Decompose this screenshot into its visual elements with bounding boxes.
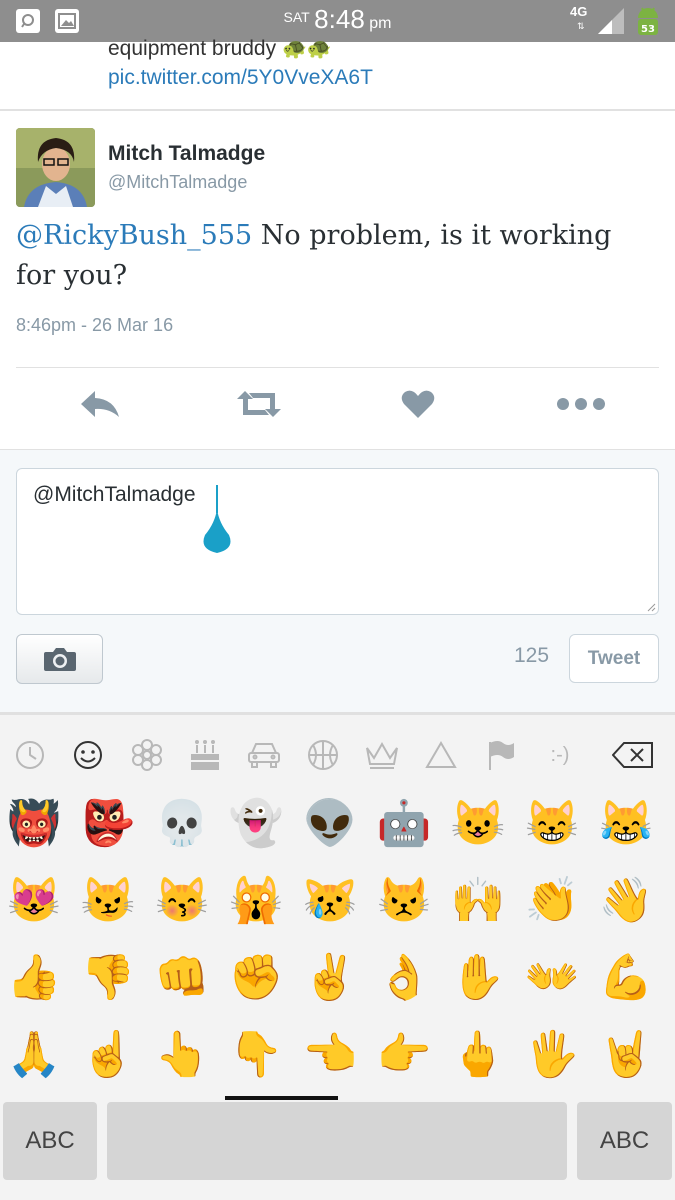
tweet-timestamp: 8:46pm - 26 Mar 16 <box>16 315 174 335</box>
emoji-key[interactable]: 🙌 <box>449 872 507 930</box>
emoji-key[interactable]: 😿 <box>301 872 359 930</box>
divider <box>0 109 675 111</box>
emoji-key[interactable]: 👐 <box>523 949 581 1007</box>
emoji-key[interactable]: 😽 <box>153 872 211 930</box>
emoji-key[interactable]: 👋 <box>597 872 655 930</box>
divider <box>0 449 675 450</box>
recent-icon[interactable] <box>10 735 50 775</box>
more-button[interactable] <box>556 384 606 424</box>
emoji-key[interactable]: 👇 <box>227 1026 285 1084</box>
backspace-icon[interactable] <box>610 735 656 775</box>
reply-button[interactable] <box>78 384 122 424</box>
emoticons-tab[interactable]: :-) <box>540 735 580 775</box>
previous-tweet-text: equipment bruddy 🐢🐢 <box>108 36 332 62</box>
page-indicator <box>225 1096 338 1100</box>
smiley-icon[interactable] <box>68 735 108 775</box>
emoji-key[interactable]: 👺 <box>79 795 137 853</box>
emoji-key[interactable]: 👆 <box>153 1026 211 1084</box>
heart-icon <box>401 390 435 418</box>
avatar[interactable] <box>16 128 95 207</box>
emoji-key[interactable]: 👈 <box>301 1026 359 1084</box>
emoji-key[interactable]: 👹 <box>5 795 63 853</box>
emoji-key[interactable]: 👏 <box>523 872 581 930</box>
emoji-key[interactable]: 👍 <box>5 949 63 1007</box>
abc-key-right[interactable]: ABC <box>577 1102 672 1180</box>
network-type: 4G <box>570 4 588 19</box>
status-ampm: pm <box>369 15 392 32</box>
mention-link[interactable]: @RickyBush_555 <box>16 220 252 251</box>
emoji-key[interactable]: 👎 <box>79 949 137 1007</box>
emoji-key[interactable]: 💪 <box>597 949 655 1007</box>
emoji-key[interactable]: 😻 <box>5 872 63 930</box>
add-photo-button[interactable] <box>16 634 103 684</box>
abc-key-left[interactable]: ABC <box>3 1102 97 1180</box>
emoji-key[interactable]: 😾 <box>375 872 433 930</box>
signal-icon <box>598 8 624 34</box>
emoji-key[interactable]: 👌 <box>375 949 433 1007</box>
like-button[interactable] <box>396 384 440 424</box>
previous-tweet-text-content: equipment bruddy <box>108 37 277 60</box>
emoji-key[interactable]: ✋ <box>449 949 507 1007</box>
status-bar: SAT 8:48 pm 4G ⇅ 53 <box>0 0 675 42</box>
battery-android-icon: 53 <box>638 7 658 35</box>
emoji-key[interactable]: 👊 <box>153 949 211 1007</box>
status-clock: 8:48 <box>314 4 365 34</box>
more-icon <box>557 398 605 410</box>
cake-icon[interactable] <box>185 735 225 775</box>
divider <box>16 367 659 368</box>
emoji-key[interactable]: 😹 <box>597 795 655 853</box>
emoji-key[interactable]: 👽 <box>301 795 359 853</box>
cursor-handle-icon[interactable] <box>201 509 233 555</box>
reply-text-field[interactable]: @MitchTalmadge <box>16 468 659 615</box>
car-icon[interactable] <box>244 735 284 775</box>
author-handle[interactable]: @MitchTalmadge <box>108 172 247 193</box>
emoji-key[interactable]: ✊ <box>227 949 285 1007</box>
emoji-key[interactable]: 😺 <box>449 795 507 853</box>
emoji-key[interactable]: ✌ <box>301 949 359 1007</box>
emoji-key[interactable]: ☝ <box>79 1026 137 1084</box>
space-key[interactable] <box>107 1102 567 1180</box>
triangle-icon[interactable] <box>421 735 461 775</box>
character-count: 125 <box>514 644 550 667</box>
emoji-key[interactable]: 💀 <box>153 795 211 853</box>
emoji-key[interactable]: 😼 <box>79 872 137 930</box>
emoji-key[interactable]: 😸 <box>523 795 581 853</box>
flag-icon[interactable] <box>480 735 520 775</box>
author-name[interactable]: Mitch Talmadge <box>108 142 265 166</box>
data-activity-icon: ⇅ <box>577 21 585 31</box>
reply-icon <box>81 391 119 417</box>
emoji-key[interactable]: 🤘 <box>597 1026 655 1084</box>
status-day: SAT <box>283 9 310 25</box>
retweet-button[interactable] <box>235 384 283 424</box>
turtle-emoji: 🐢🐢 <box>281 38 332 60</box>
emoji-keyboard: :-) 👹 👺 💀 👻 👽 🤖 😺 😸 😹 😻 😼 😽 🙀 😿 😾 🙌 👏 👋 👍 👎 👊 ✊ ✌ 👌 ✋ 👐 💪 🙏 ☝ 👆 👇 👈 👉 🖕 🖐 🤘… <box>0 712 675 1200</box>
emoji-key[interactable]: 🙀 <box>227 872 285 930</box>
battery-level: 53 <box>641 24 655 35</box>
tweet-button[interactable]: Tweet <box>569 634 659 683</box>
camera-icon <box>43 648 76 671</box>
emoji-key[interactable]: 🖕 <box>449 1026 507 1084</box>
basketball-icon[interactable] <box>303 735 343 775</box>
previous-tweet-link[interactable]: pic.twitter.com/5Y0VveXA6T <box>108 65 373 91</box>
emoji-key[interactable]: 🖐 <box>523 1026 581 1084</box>
emoji-key[interactable]: 👻 <box>227 795 285 853</box>
flower-icon[interactable] <box>127 735 167 775</box>
emoji-key[interactable]: 👉 <box>375 1026 433 1084</box>
crown-icon[interactable] <box>362 735 402 775</box>
emoji-key[interactable]: 🤖 <box>375 795 433 853</box>
emoji-key[interactable]: 🙏 <box>5 1026 63 1084</box>
retweet-icon <box>237 391 281 417</box>
resize-grip-icon[interactable] <box>646 602 656 612</box>
tweet-text: @RickyBush_555 No problem, is it working… <box>16 216 656 296</box>
reply-text-value[interactable]: @MitchTalmadge <box>33 483 196 507</box>
